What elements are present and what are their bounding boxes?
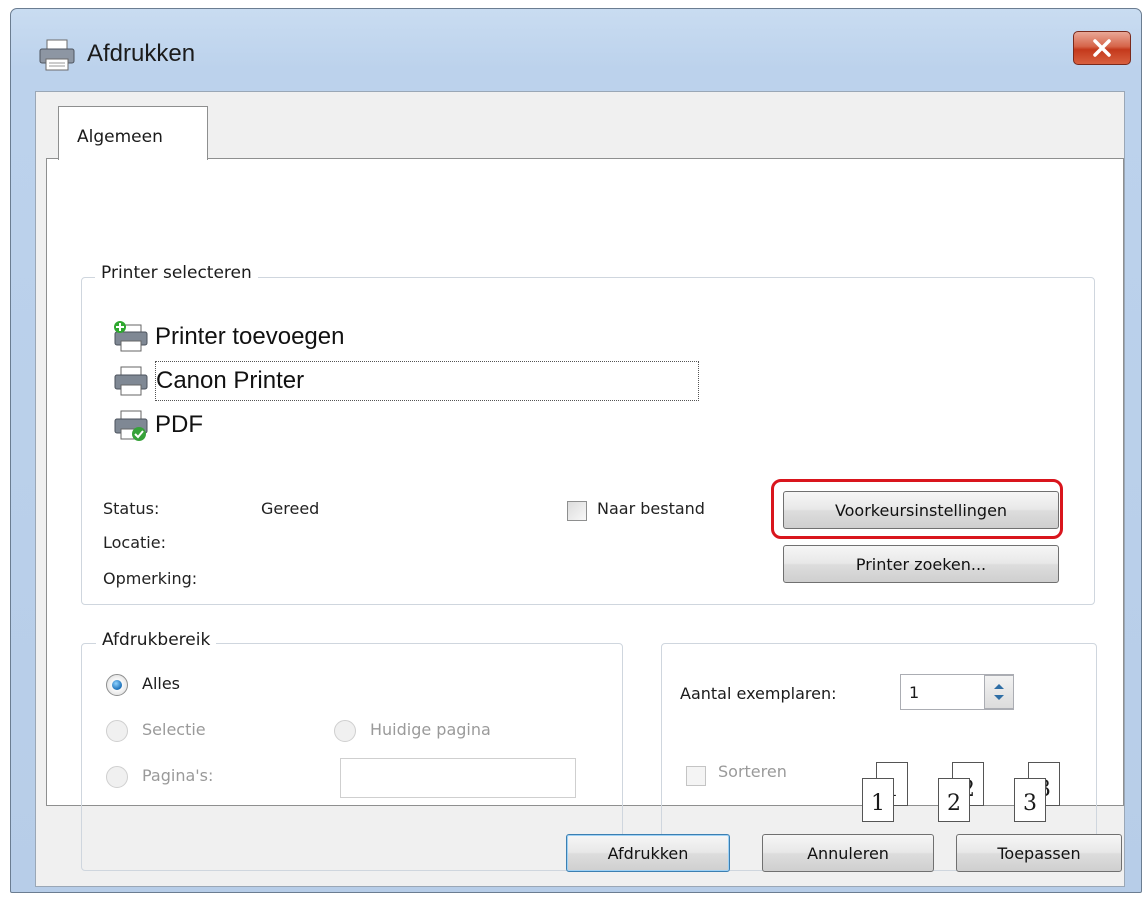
print-to-file-checkbox[interactable] bbox=[567, 501, 587, 521]
printer-group-title: Printer selecteren bbox=[95, 263, 258, 283]
printer-item-label: Canon Printer bbox=[156, 367, 305, 394]
pdf-printer-icon bbox=[114, 410, 148, 441]
close-button[interactable] bbox=[1073, 31, 1131, 65]
comment-label: Opmerking: bbox=[103, 569, 198, 588]
window-title: Afdrukken bbox=[87, 40, 196, 67]
print-button-label: Afdrukken bbox=[607, 843, 689, 863]
tab-panel-general: Printer selecteren Printer toevoegen Can… bbox=[46, 158, 1124, 871]
status-label: Status: bbox=[103, 499, 160, 518]
apply-button-label: Toepassen bbox=[997, 843, 1081, 863]
print-range-group: Afdrukbereik Alles Selectie Huidige pagi… bbox=[81, 630, 623, 871]
close-icon bbox=[1093, 39, 1111, 57]
preferences-highlight bbox=[771, 479, 1063, 539]
range-selection-label: Selectie bbox=[142, 720, 206, 739]
range-pages-radio[interactable] bbox=[106, 766, 128, 788]
spin-arrows-icon bbox=[994, 684, 1004, 700]
printer-item-canon[interactable]: Canon Printer bbox=[111, 359, 711, 403]
printer-item-add[interactable]: Printer toevoegen bbox=[111, 315, 711, 359]
printer-item-label: Printer toevoegen bbox=[155, 323, 345, 350]
printer-item-pdf[interactable]: PDF bbox=[111, 403, 711, 447]
dialog-client-area: Printer selecteren Printer toevoegen Can… bbox=[35, 91, 1125, 887]
collate-illustration: 1 1 2 2 3 3 bbox=[850, 762, 1090, 842]
copies-spinner[interactable] bbox=[984, 675, 1014, 709]
location-label: Locatie: bbox=[103, 533, 166, 552]
find-printer-button-label: Printer zoeken... bbox=[855, 554, 987, 574]
add-printer-icon bbox=[114, 321, 148, 352]
printer-item-label: PDF bbox=[155, 411, 203, 438]
pages-input[interactable] bbox=[340, 758, 576, 798]
print-dialog-window: Afdrukken Printer selecteren Printer toe… bbox=[10, 8, 1142, 893]
range-selection-radio[interactable] bbox=[106, 720, 128, 742]
printer-icon bbox=[39, 39, 75, 71]
collate-label: Sorteren bbox=[718, 762, 787, 781]
cancel-button-label: Annuleren bbox=[807, 843, 889, 863]
tab-general[interactable]: Algemeen bbox=[58, 106, 208, 160]
copies-label: Aantal exemplaren: bbox=[680, 684, 837, 703]
range-pages-label: Pagina's: bbox=[142, 766, 214, 785]
find-printer-button[interactable]: Printer zoeken... bbox=[783, 545, 1059, 583]
copies-value: 1 bbox=[909, 683, 920, 702]
range-current-page-label: Huidige pagina bbox=[370, 720, 491, 739]
title-bar: Afdrukken bbox=[11, 9, 1141, 89]
collate-checkbox[interactable] bbox=[686, 766, 706, 786]
range-all-radio[interactable] bbox=[106, 674, 128, 696]
printer-list[interactable]: Printer toevoegen Canon Printer PDF bbox=[111, 315, 711, 447]
print-range-title: Afdrukbereik bbox=[96, 630, 217, 650]
apply-button[interactable]: Toepassen bbox=[956, 834, 1122, 872]
range-all-label: Alles bbox=[142, 674, 181, 693]
tab-general-label: Algemeen bbox=[77, 127, 163, 147]
collate-page-front: 1 bbox=[862, 778, 894, 822]
collate-page-front: 2 bbox=[938, 778, 970, 822]
print-to-file-label: Naar bestand bbox=[597, 499, 705, 518]
status-value: Gereed bbox=[261, 499, 320, 518]
printer-icon bbox=[114, 366, 148, 396]
range-current-page-radio[interactable] bbox=[334, 720, 356, 742]
collate-page-front: 3 bbox=[1014, 778, 1046, 822]
print-button[interactable]: Afdrukken bbox=[566, 834, 730, 872]
cancel-button[interactable]: Annuleren bbox=[762, 834, 934, 872]
